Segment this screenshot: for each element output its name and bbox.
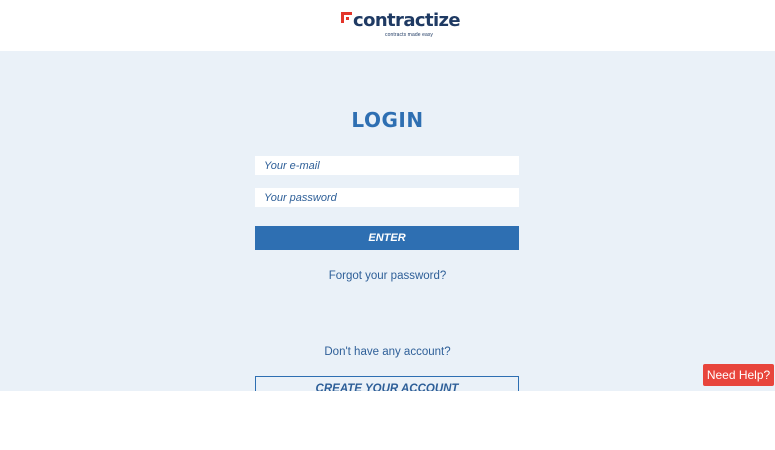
enter-button[interactable]: ENTER (255, 226, 519, 250)
password-field[interactable] (255, 188, 519, 207)
logo-tagline: contracts made easy (385, 32, 434, 38)
page-title: LOGIN (351, 108, 424, 132)
forgot-password-link[interactable]: Forgot your password? (0, 269, 775, 283)
contractize-logo-mark-icon (341, 12, 352, 23)
create-account-button[interactable]: CREATE YOUR ACCOUNT (255, 376, 519, 391)
no-account-text: Don't have any account? (324, 346, 451, 358)
logo-wordmark: contractize (353, 10, 461, 31)
login-page: contractize contracts made easy LOGIN EN… (0, 0, 775, 450)
need-help-button[interactable]: Need Help? (703, 364, 774, 386)
site-header: contractize contracts made easy (0, 0, 775, 51)
email-field[interactable] (255, 156, 519, 175)
contractize-logo[interactable]: contractize contracts made easy (341, 10, 461, 40)
login-panel: LOGIN ENTER Forgot your password? Don't … (0, 51, 775, 391)
